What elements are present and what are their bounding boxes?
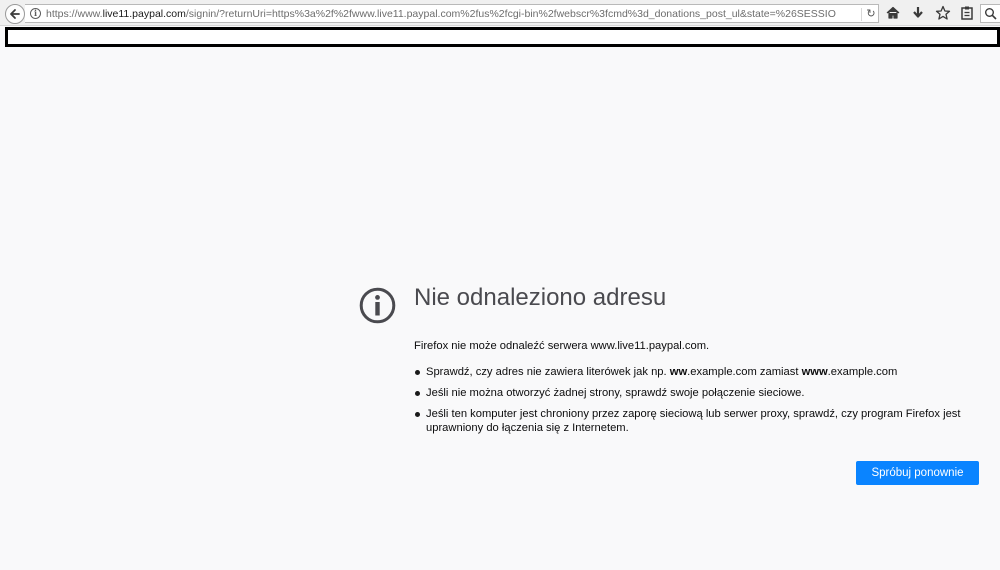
browser-toolbar: i https://www.live11.paypal.com/signin/?… (0, 0, 1000, 26)
home-icon[interactable] (884, 5, 902, 21)
clipboard-icon[interactable] (958, 5, 976, 21)
suggestion-text: Jeśli nie można otworzyć żadnej strony, … (426, 387, 805, 399)
error-description: Firefox nie może odnaleźć serwera www.li… (414, 340, 710, 352)
url-scheme: https://www. (46, 8, 103, 20)
suggestion-check-connection: Jeśli nie można otworzyć żadnej strony, … (414, 386, 974, 400)
suggestion-check-typos: Sprawdź, czy adres nie zawiera literówek… (414, 365, 974, 379)
info-circle-icon (359, 287, 396, 324)
suggestion-text: .example.com (827, 366, 898, 378)
url-separator (861, 8, 862, 21)
url-text[interactable]: https://www.live11.paypal.com/signin/?re… (46, 7, 836, 21)
back-arrow-icon (10, 9, 20, 19)
info-icon[interactable]: i (30, 8, 41, 19)
suggestion-text: Sprawdź, czy adres nie zawiera literówek… (426, 366, 670, 378)
suggestion-emphasis: ww (669, 366, 688, 378)
download-icon[interactable] (909, 5, 927, 21)
suggestion-emphasis: www (801, 366, 828, 378)
retry-button[interactable]: Spróbuj ponownie (856, 461, 979, 485)
suggestions-list: Sprawdź, czy adres nie zawiera literówek… (414, 365, 974, 442)
back-button[interactable] (5, 4, 25, 24)
suggestion-text: Jeśli ten komputer jest chroniony przez … (426, 408, 961, 434)
url-path: /signin/?returnUri=https%3a%2f%2fwww.liv… (185, 8, 836, 20)
url-domain: live11.paypal.com (102, 8, 186, 20)
redacted-bar (5, 27, 1000, 47)
search-icon (985, 8, 997, 20)
suggestion-text: .example.com zamiast (687, 366, 802, 378)
url-bar[interactable]: i https://www.live11.paypal.com/signin/?… (25, 4, 879, 23)
search-box[interactable] (980, 4, 1000, 23)
suggestion-check-firewall: Jeśli ten komputer jest chroniony przez … (414, 407, 974, 435)
page-title: Nie odnaleziono adresu (414, 284, 667, 311)
reload-icon[interactable]: ↻ (865, 7, 877, 21)
bookmark-star-icon[interactable] (934, 5, 952, 21)
